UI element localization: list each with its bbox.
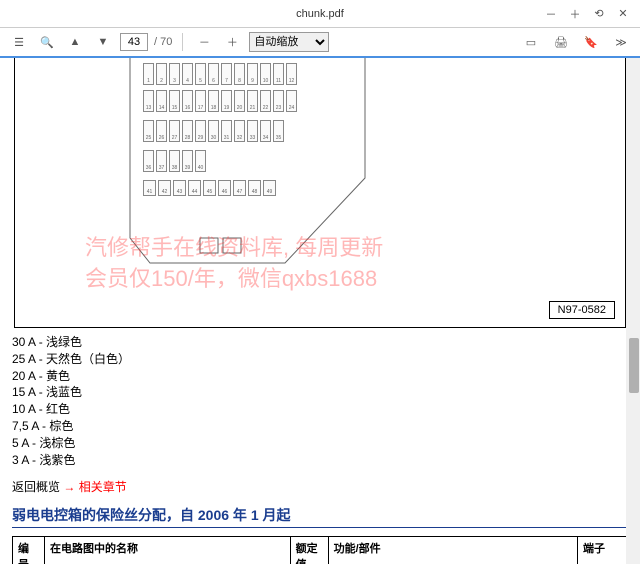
fuse-slot: 40: [195, 150, 206, 172]
page-total: / 70: [154, 36, 172, 48]
fuse-slot: 6: [208, 63, 219, 85]
fuse-slot: 41: [143, 180, 156, 196]
fuse-slot: 27: [169, 120, 180, 142]
fuse-slot: 38: [169, 150, 180, 172]
fuse-slot: 12: [286, 63, 297, 85]
fuse-slot: 3: [169, 63, 180, 85]
fuse-slot: 32: [234, 120, 245, 142]
scroll-thumb[interactable]: [629, 338, 639, 393]
fuse-slot: 28: [182, 120, 193, 142]
fuse-slot: 16: [182, 90, 193, 112]
print-icon[interactable]: 🖨: [550, 31, 572, 53]
fuse-slot: 8: [234, 63, 245, 85]
legend-item: 15 A - 浅蓝色: [12, 384, 628, 401]
fuse-slot: 42: [158, 180, 171, 196]
scrollbar[interactable]: [626, 58, 640, 564]
section-title: 弱电电控箱的保险丝分配，自 2006 年 1 月起: [12, 505, 628, 528]
fuse-slot: 37: [156, 150, 167, 172]
fuse-slot: 19: [221, 90, 232, 112]
fuse-slot: 36: [143, 150, 154, 172]
fuse-slot: 49: [263, 180, 276, 196]
page-number-input[interactable]: [120, 33, 148, 51]
return-link[interactable]: 返回概览 → 相关章节: [12, 478, 628, 495]
reset-icon[interactable]: ⟲: [590, 5, 608, 23]
fuse-slot: 10: [260, 63, 271, 85]
fuse-slot: 43: [173, 180, 186, 196]
fuse-slot: 33: [247, 120, 258, 142]
fuse-slot: 5: [195, 63, 206, 85]
fuse-slot: 14: [156, 90, 167, 112]
fuse-slot: 35: [273, 120, 284, 142]
page-up-icon[interactable]: ▲: [64, 31, 86, 53]
zoom-in-alt-icon[interactable]: ＋: [566, 5, 584, 23]
legend-item: 10 A - 红色: [12, 401, 628, 418]
more-icon[interactable]: ≫: [610, 31, 632, 53]
page-content: 1234567891011121314151617181920212223242…: [0, 58, 640, 564]
fuse-slot: 24: [286, 90, 297, 112]
zoom-out-alt-icon[interactable]: －: [542, 5, 560, 23]
fuse-slot: 15: [169, 90, 180, 112]
legend-item: 20 A - 黄色: [12, 368, 628, 385]
zoom-in-icon[interactable]: ＋: [221, 31, 243, 53]
legend-item: 3 A - 浅紫色: [12, 452, 628, 469]
diagram-label: N97-0582: [549, 301, 615, 319]
fuse-slot: 45: [203, 180, 216, 196]
fuse-slot: 11: [273, 63, 284, 85]
zoom-select[interactable]: 自动缩放: [249, 32, 329, 52]
fuse-slot: 21: [247, 90, 258, 112]
fuse-slot: 23: [273, 90, 284, 112]
presentation-icon[interactable]: ▭: [520, 31, 542, 53]
fuse-slot: 26: [156, 120, 167, 142]
zoom-out-icon[interactable]: －: [193, 31, 215, 53]
fuse-slot: 29: [195, 120, 206, 142]
fuse-slot: 1: [143, 63, 154, 85]
fuse-slot: 46: [218, 180, 231, 196]
fuse-slot: 17: [195, 90, 206, 112]
bookmark-icon[interactable]: 🔖: [580, 31, 602, 53]
fuse-slot: 31: [221, 120, 232, 142]
fuse-slot: 34: [260, 120, 271, 142]
sidebar-toggle-icon[interactable]: ☰: [8, 31, 30, 53]
fuse-slot: 18: [208, 90, 219, 112]
legend-item: 7,5 A - 棕色: [12, 418, 628, 435]
fuse-table: 编号 在电路图中的名称 额定值 功能/部件 端子 F1 保险丝座 C 上的保险丝…: [12, 536, 628, 564]
close-icon[interactable]: ✕: [614, 5, 632, 23]
fuse-slot: 39: [182, 150, 193, 172]
fuse-slot: 47: [233, 180, 246, 196]
legend-item: 30 A - 浅绿色: [12, 334, 628, 351]
fuse-slot: 48: [248, 180, 261, 196]
page-down-icon[interactable]: ▼: [92, 31, 114, 53]
fuse-slot: 20: [234, 90, 245, 112]
document-title: chunk.pdf: [296, 8, 344, 20]
color-legend: 30 A - 浅绿色25 A - 天然色（白色）20 A - 黄色15 A - …: [12, 334, 628, 468]
legend-item: 25 A - 天然色（白色）: [12, 351, 628, 368]
fuse-slot: 25: [143, 120, 154, 142]
fuse-slot: 2: [156, 63, 167, 85]
fuse-slot: 13: [143, 90, 154, 112]
fuse-slot: 9: [247, 63, 258, 85]
fuse-slot: 7: [221, 63, 232, 85]
search-icon[interactable]: 🔍: [36, 31, 58, 53]
fuse-slot: 22: [260, 90, 271, 112]
fuse-slot: 44: [188, 180, 201, 196]
fuse-diagram: 1234567891011121314151617181920212223242…: [14, 58, 626, 328]
legend-item: 5 A - 浅棕色: [12, 435, 628, 452]
fuse-slot: 4: [182, 63, 193, 85]
fuse-slot: 30: [208, 120, 219, 142]
